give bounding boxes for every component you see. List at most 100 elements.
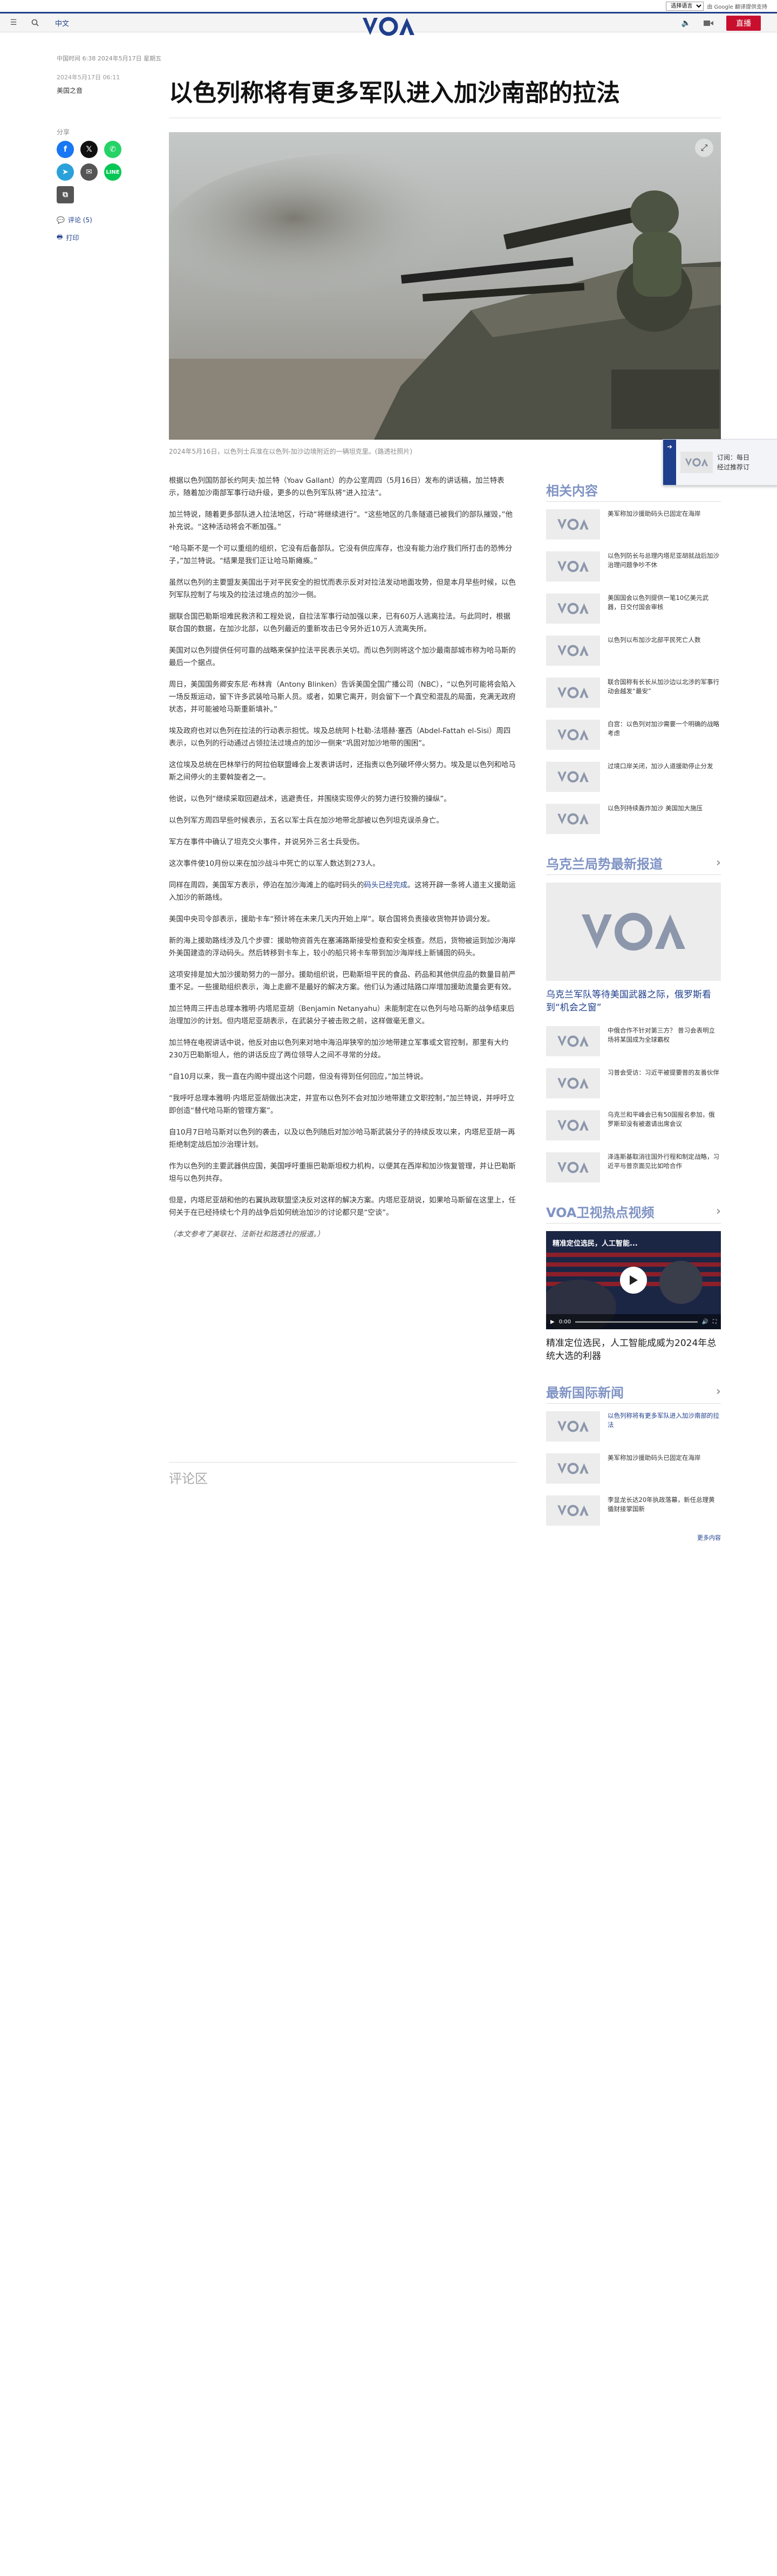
fullscreen-icon[interactable]: ⛶ (713, 1319, 717, 1325)
thumbnail (546, 509, 600, 539)
language-link[interactable]: 中文 (55, 18, 69, 28)
feature-thumbnail (546, 883, 721, 981)
ukraine-item[interactable]: 习普会受访：习近平被提要普的友善伙伴 (546, 1068, 721, 1098)
intl-item[interactable]: 美军称加沙援助码头已固定在海岸 (546, 1453, 721, 1484)
thumbnail (546, 720, 600, 750)
live-button[interactable]: 直播 (726, 16, 761, 31)
comment-icon: 💬 (57, 216, 65, 224)
pier-link[interactable]: 码头已经完成 (364, 882, 407, 890)
article-paragraph: “哈马斯不是一个可以重组的组织，它没有后备部队。它没有供应库存，也没有能力治疗我… (169, 545, 513, 565)
intl-item[interactable]: 以色列称将有更多军队进入加沙南部的拉法 (546, 1411, 721, 1441)
article-body: 根据以色列国防部长约阿夫·加兰特（Yoav Gallant）的办公室周四（5月1… (169, 475, 517, 1250)
article-paragraph: 加兰特说，随着更多部队进入拉法地区，行动“将继续进行”。“这些地区的几条隧道已被… (169, 511, 513, 531)
article-paragraph: 作为以色列的主要武器供应国，美国呼吁重振巴勒斯坦权力机构，以便其在西岸和加沙恢复… (169, 1163, 516, 1183)
audio-icon[interactable]: 🔈 (681, 19, 691, 28)
x-icon[interactable]: 𝕏 (80, 141, 98, 158)
article-paragraph: 他说，以色列“继续采取回避战术，逃避责任，并围绕实现停火的努力进行狡猾的操纵”。 (169, 795, 451, 803)
ukraine-item[interactable]: 泽连斯基取消往国外行程和制定战略，习近平与普京面见比如哈合作 (546, 1152, 721, 1183)
ukraine-item[interactable]: 乌克兰和平峰会已有50国报名参加，俄罗斯却没有被邀请出席会议 (546, 1110, 721, 1140)
more-link[interactable]: 更多内容 (546, 1533, 721, 1542)
play-icon[interactable] (620, 1267, 647, 1294)
article-title: 以色列称将有更多军队进入加沙南部的拉法 (169, 79, 620, 107)
chevron-right-icon: › (715, 1205, 721, 1218)
related-item[interactable]: 以色列防长与总理内塔尼亚胡就战后加沙治理问题争吵不休 (546, 551, 721, 582)
sidebar: 相关内容 美军称加沙援助码头已固定在海岸 以色列防长与总理内塔尼亚胡就战后加沙治… (546, 480, 721, 1542)
share-label: 分享 (57, 128, 70, 136)
thumbnail (546, 1068, 600, 1098)
translate-powered-text: 由 Google 翻译提供支持 (707, 4, 767, 10)
related-item[interactable]: 以色列持续轰炸加沙 美国加大施压 (546, 804, 721, 834)
article-paragraph: “自10月以来，我一直在内阁中提出这个问题，但没有得到任何回应，”加兰特说。 (169, 1073, 428, 1081)
whatsapp-icon[interactable]: ✆ (104, 141, 121, 158)
related-item[interactable]: 美军称加沙援助码头已固定在海岸 (546, 509, 721, 539)
related-item[interactable]: 过境口岸关闭，加沙人道援助停止分发 (546, 762, 721, 792)
related-item[interactable]: 以色列以布加沙北部平民死亡人数 (546, 636, 721, 666)
article-paragraph: 加兰特周三抨击总理本雅明·内塔尼亚胡（Benjamin Netanyahu）未能… (169, 1005, 515, 1026)
image-caption: 2024年5月16日，以色列士兵准在以色列-加沙边境附近的一辆坦克里。(路透社照… (169, 448, 413, 455)
related-item[interactable]: 美国国会以色列提供一笔10亿美元武器，日交付国会审核 (546, 593, 721, 624)
comments-link[interactable]: 💬 评论 (5) (57, 215, 148, 224)
article-paragraph: 以色列军方周四早些时候表示，五名以军士兵在加沙地带北部被以色列坦克误杀身亡。 (169, 817, 444, 825)
article-paragraph: “我呼吁总理本雅明·内塔尼亚胡做出决定，并宣布以色列不会对加沙地带建立文职控制，… (169, 1095, 515, 1115)
ukraine-feature[interactable]: 乌克兰军队等待美国武器之际，俄罗斯看到“机会之窗” (546, 883, 721, 1014)
thumbnail (546, 804, 600, 834)
video-icon[interactable] (704, 18, 713, 29)
toast-text: 订阅：每日 经过推荐订 (717, 454, 750, 471)
site-header: ☰ 中文 🔈 直播 (0, 12, 777, 32)
email-icon[interactable]: ✉ (80, 163, 98, 181)
video-controls[interactable]: ▶ 0:00 🔊 ⛶ (546, 1314, 721, 1329)
expand-icon[interactable]: ⤢ (695, 139, 713, 157)
menu-icon[interactable]: ☰ (6, 16, 21, 30)
video-player[interactable]: 精准定位选民，人工智能... ▶ 0:00 🔊 ⛶ (546, 1231, 721, 1329)
facebook-icon[interactable]: f (57, 141, 74, 158)
article-paragraph: 这项安排是加大加沙援助努力的一部分。援助组织说，巴勒斯坦平民的食品、药品和其他供… (169, 971, 516, 992)
thumbnail (546, 1411, 600, 1441)
share-buttons: f 𝕏 ✆ ➤ ✉ LINE ⧉ (57, 141, 148, 203)
toast-logo (680, 452, 713, 473)
comments-heading: 评论区 (169, 1462, 517, 1487)
thumbnail (546, 678, 600, 708)
intl-item[interactable]: 李显龙长达20年执政落幕，新任总理黄循财接掌国新 (546, 1495, 721, 1526)
article-paragraph: 新的海上援助路线涉及几个步骤：援助物资首先在塞浦路斯接受检查和安全核查。然后，货… (169, 937, 516, 958)
language-select[interactable]: 选择语言 (666, 1, 704, 11)
author: 美国之音 (57, 87, 83, 94)
article-paragraph: 这位埃及总统在巴林举行的阿拉伯联盟峰会上发表讲话时，还指责以色列破坏停火努力。埃… (169, 761, 516, 782)
progress-bar[interactable] (575, 1321, 698, 1323)
search-icon[interactable] (28, 16, 42, 30)
arrow-icon[interactable]: ➜ (663, 440, 676, 485)
article-paragraph: 周日，美国国务卿安东尼·布林肯（Antony Blinken）告诉美国全国广播公… (169, 681, 516, 714)
article-paragraph: 据联合国巴勒斯坦难民救济和工程处说，自拉法军事行动加强以来，已有60万人逃离拉法… (169, 613, 511, 633)
ukraine-item[interactable]: 中俄合作不针对第三方？ 普习会表明立场将某国成为全球霸权 (546, 1026, 721, 1056)
related-item[interactable]: 联合国称有长长从加沙边以北涉的军事行动会越发“最安” (546, 678, 721, 708)
copy-icon[interactable]: ⧉ (57, 186, 74, 203)
article-paragraph: 加兰特在电视讲话中说，他反对由以色列来对地中海沿岸狭窄的加沙地带建立军事或文官控… (169, 1039, 509, 1060)
telegram-icon[interactable]: ➤ (57, 163, 74, 181)
video-heading[interactable]: VOA卫视热点视频 › (546, 1202, 721, 1224)
related-item[interactable]: 白宫：以色列对加沙需要一个明确的战略考虑 (546, 720, 721, 750)
voa-logo[interactable] (362, 17, 415, 36)
line-icon[interactable]: LINE (104, 163, 121, 181)
thumbnail (546, 762, 600, 792)
thumbnail (546, 1110, 600, 1140)
article-paragraph: 美国对以色列提供任何可靠的战略来保护拉法平民表示关切。而以色列则将这个加沙最南部… (169, 647, 516, 667)
thumbnail (546, 1152, 600, 1183)
ukraine-heading[interactable]: 乌克兰局势最新报道 › (546, 853, 721, 875)
publish-date: 2024年5月17日 06:11 (57, 74, 120, 81)
thumbnail (546, 551, 600, 582)
thumbnail (546, 1495, 600, 1526)
thumbnail (546, 1453, 600, 1484)
article-paragraph: 但是，内塔尼亚胡和他的右翼执政联盟坚决反对这样的解决方案。内塔尼亚胡说，如果哈马… (169, 1197, 516, 1217)
thumbnail (546, 636, 600, 666)
volume-icon[interactable]: 🔊 (702, 1319, 708, 1325)
video-time: 0:00 (558, 1318, 571, 1325)
article-paragraph: 埃及政府也对以色列在拉法的行动表示担忧。埃及总统阿卜杜勒-法塔赫·塞西（Abde… (169, 727, 511, 748)
chevron-right-icon: › (715, 1385, 721, 1398)
thumbnail (546, 593, 600, 624)
article-paragraph: 根据以色列国防部长约阿夫·加兰特（Yoav Gallant）的办公室周四（5月1… (169, 477, 505, 497)
intl-heading[interactable]: 最新国际新闻 › (546, 1382, 721, 1404)
print-link[interactable]: 🖶 打印 (57, 232, 148, 243)
article-paragraph: 军方在事件中确认了坦克交火事件，并说另外三名士兵受伤。 (169, 838, 364, 846)
play-small-icon[interactable]: ▶ (550, 1319, 555, 1325)
newsletter-toast[interactable]: ➜ 订阅：每日 经过推荐订 (663, 439, 777, 486)
article-paragraph: 美国中央司令部表示，援助卡车“预计将在未来几天内开始上岸”。联合国将负责接收货物… (169, 915, 495, 924)
